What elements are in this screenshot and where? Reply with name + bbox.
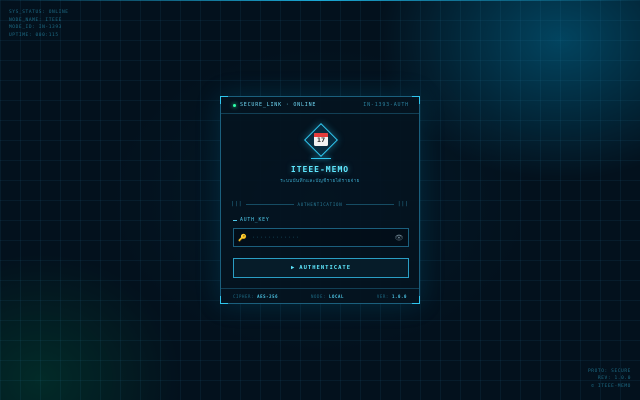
logo-underline	[311, 158, 331, 159]
system-info-line: MODE_ID: IN-1393	[9, 25, 62, 30]
node-info: NODE: LOCAL	[310, 293, 345, 299]
connection-status-text: SECURE_LINK · ONLINE	[240, 102, 317, 108]
section-divider: ||| AUTHENTICATION |||	[231, 200, 409, 208]
cipher-info: CIPHER: AES-256	[233, 293, 279, 299]
eye-icon[interactable]: 👁	[394, 234, 404, 242]
divider-label: AUTHENTICATION	[297, 201, 343, 207]
system-info-line: NODE_NAME: ITEEE	[9, 17, 62, 23]
play-arrow-icon: ▶	[290, 265, 296, 271]
top-glow-line	[0, 0, 640, 1]
system-info-line: SYS_STATUS: ONLINE	[9, 10, 69, 15]
system-info-line: PROTO: SECURE	[587, 368, 631, 374]
status-dot-icon	[233, 103, 236, 107]
session-code: IN-1393-AUTH	[363, 102, 409, 108]
app-subtitle: ระบบบันทึกและบัญชีรายได้รายจ่าย	[280, 179, 360, 184]
auth-key-field[interactable]: 🔑 👁	[233, 228, 409, 247]
app-title: ITEEE-MEMO	[290, 165, 350, 174]
panel-header: SECURE_LINK · ONLINE IN-1393-AUTH	[221, 97, 419, 114]
system-info-right: PROTO: SECURE REV: 1.0.0 © ITEEE-MEMO	[588, 368, 631, 391]
system-info-line: UPTIME: 000:115	[9, 32, 59, 38]
app-logo: 17	[304, 123, 338, 157]
connection-status: SECURE_LINK · ONLINE	[233, 102, 316, 108]
system-info-line: REV: 1.0.0	[597, 376, 631, 381]
authenticate-button[interactable]: ▶ AUTHENTICATE	[233, 258, 409, 278]
auth-key-label: AUTH_KEY	[233, 218, 270, 223]
system-info-left: SYS_STATUS: ONLINE NODE_NAME: ITEEE MODE…	[9, 9, 69, 39]
auth-key-input[interactable]	[248, 234, 394, 241]
divider-bars-right: |||	[397, 201, 410, 207]
version-info: VER: 1.0.0	[376, 293, 407, 299]
divider-bars-left: |||	[231, 201, 243, 207]
calendar-day: 17	[316, 137, 326, 144]
key-icon: 🔑	[238, 233, 247, 242]
auth-key-label-text: AUTH_KEY	[240, 218, 270, 223]
system-info-line: © ITEEE-MEMO	[591, 383, 631, 389]
panel-footer: CIPHER: AES-256 NODE: LOCAL VER: 1.0.0	[221, 288, 419, 303]
login-panel: SECURE_LINK · ONLINE IN-1393-AUTH 17 ITE…	[220, 96, 420, 304]
authenticate-button-label: AUTHENTICATE	[299, 265, 352, 271]
calendar-icon: 17	[314, 133, 328, 146]
